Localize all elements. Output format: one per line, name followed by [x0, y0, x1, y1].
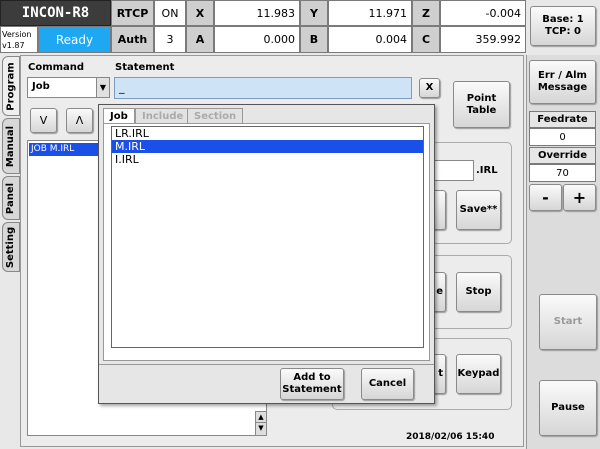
tab-manual[interactable]: Manual — [2, 118, 20, 174]
rtcp-value: ON — [154, 0, 186, 26]
pause-button[interactable]: Pause — [539, 380, 597, 436]
tab-setting[interactable]: Setting — [2, 222, 20, 272]
statement-label: Statement — [115, 62, 175, 73]
tab-panel[interactable]: Panel — [2, 176, 20, 220]
job-select-dialog: Job Include Section LR.IRL M.IRL I.IRL A… — [98, 104, 435, 404]
list-item-selected[interactable]: M.IRL — [112, 140, 423, 153]
tab-panel-label: Panel — [5, 182, 17, 214]
statement-input[interactable]: _ — [114, 77, 412, 99]
dialog-footer-divider — [99, 364, 434, 365]
cancel-button[interactable]: Cancel — [361, 368, 414, 400]
coord-a-label: A — [186, 26, 214, 53]
statement-input-value: _ — [119, 81, 125, 94]
filename-input[interactable] — [430, 160, 474, 181]
scrollbar[interactable]: ▲ ▼ — [255, 411, 267, 436]
version-value: v1.87 — [2, 41, 25, 50]
chevron-down-icon: ▼ — [96, 78, 109, 97]
list-item[interactable]: I.IRL — [112, 153, 423, 166]
override-minus-button[interactable]: - — [529, 184, 562, 211]
clear-button[interactable]: X — [419, 78, 440, 98]
auth-value: 3 — [154, 26, 186, 53]
logo: INCON-R8 — [0, 0, 111, 26]
coord-c-label: C — [412, 26, 440, 53]
err-alm-message-button[interactable]: Err / Alm Message — [529, 60, 596, 104]
command-select[interactable]: Job ▼ — [27, 77, 110, 98]
coord-b-value: 0.004 — [328, 26, 412, 53]
base-tcp-button[interactable]: Base: 1 TCP: 0 — [530, 6, 596, 46]
scroll-down-icon[interactable]: ▼ — [256, 423, 266, 434]
start-button[interactable]: Start — [539, 294, 597, 350]
list-item[interactable]: JOB M.IRL — [29, 143, 99, 156]
coord-x-label: X — [186, 0, 214, 26]
coord-z-value: -0.004 — [440, 0, 526, 26]
version-box: Version v1.87 — [0, 26, 38, 53]
tab-manual-label: Manual — [5, 125, 17, 167]
move-down-button[interactable]: V — [30, 108, 57, 133]
override-label: Override — [529, 147, 596, 164]
coord-z-label: Z — [412, 0, 440, 26]
move-up-button[interactable]: Λ — [66, 108, 93, 133]
auth-label: Auth — [111, 26, 154, 53]
timestamp: 2018/02/06 15:40 — [406, 432, 495, 442]
coord-a-value: 0.000 — [214, 26, 300, 53]
coord-x-value: 11.983 — [214, 0, 300, 26]
scroll-up-icon[interactable]: ▲ — [256, 412, 266, 423]
file-list[interactable]: LR.IRL M.IRL I.IRL — [111, 126, 424, 348]
coord-y-value: 11.971 — [328, 0, 412, 26]
coord-b-label: B — [300, 26, 328, 53]
dialog-tab-include[interactable]: Include — [135, 108, 191, 123]
version-label: Version — [2, 30, 32, 39]
override-value: 70 — [529, 164, 596, 182]
rtcp-label: RTCP — [111, 0, 154, 26]
save-button[interactable]: Save** — [456, 190, 501, 230]
command-label: Command — [28, 62, 85, 73]
dialog-tab-job[interactable]: Job — [103, 108, 135, 123]
override-plus-button[interactable]: + — [563, 184, 596, 211]
coord-c-value: 359.992 — [440, 26, 526, 53]
point-table-button[interactable]: Point Table — [453, 81, 510, 128]
list-item[interactable]: LR.IRL — [112, 127, 423, 140]
feedrate-label: Feedrate — [529, 111, 596, 128]
coord-y-label: Y — [300, 0, 328, 26]
tab-setting-label: Setting — [5, 226, 17, 268]
dialog-tab-section[interactable]: Section — [187, 108, 244, 123]
stop-button[interactable]: Stop — [456, 272, 501, 312]
irl-suffix: .IRL — [476, 165, 498, 176]
tab-program[interactable]: Program — [2, 56, 20, 116]
command-select-value: Job — [32, 81, 50, 92]
add-to-statement-button[interactable]: Add to Statement — [280, 368, 344, 400]
tab-program-label: Program — [5, 61, 17, 111]
status-badge: Ready — [38, 26, 111, 53]
feedrate-value: 0 — [529, 128, 596, 146]
keypad-button[interactable]: Keypad — [456, 354, 501, 394]
